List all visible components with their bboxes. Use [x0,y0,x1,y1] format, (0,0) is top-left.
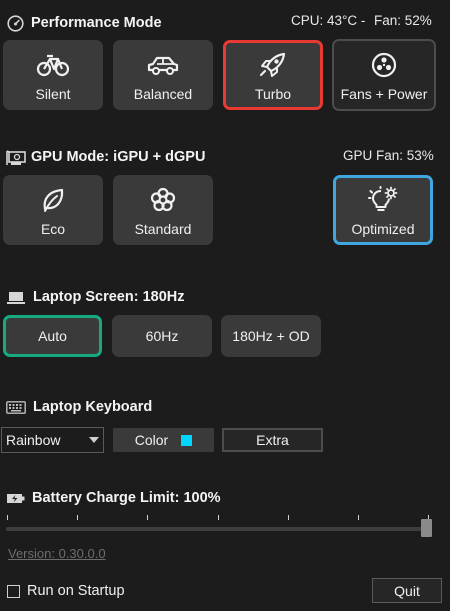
gpu-fan-status: GPU Fan: 53% [343,148,434,163]
mode-fans-power-button[interactable]: Fans + Power [332,39,436,111]
cpu-fan-status: Fan: 52% [374,13,432,28]
run-on-startup-checkbox[interactable] [7,585,20,598]
gpu-eco-button[interactable]: Eco [3,175,103,245]
mode-silent-label: Silent [35,86,71,102]
quit-button[interactable]: Quit [372,578,442,603]
mode-balanced-label: Balanced [133,86,193,102]
mode-turbo-button[interactable]: Turbo [223,40,323,110]
slider-tick [147,515,148,520]
laptop-screen-title: Laptop Screen: 180Hz [33,289,185,305]
screen-60hz-label: 60Hz [145,328,179,344]
car-icon [147,56,179,75]
battery-limit-title: Battery Charge Limit: 100% [32,490,221,506]
keyboard-icon [6,401,26,414]
chevron-down-icon [89,437,99,443]
mode-silent-button[interactable]: Silent [3,40,103,110]
gpu-optimized-button[interactable]: Optimized [333,175,433,245]
gpu-eco-label: Eco [40,221,66,237]
battery-slider-thumb[interactable] [421,519,432,537]
slider-tick [77,515,78,520]
color-swatch [181,434,193,446]
rocket-icon [259,52,286,77]
keyboard-color-label: Color [134,432,169,448]
laptop-icon [7,292,25,304]
screen-auto-button[interactable]: Auto [3,315,102,357]
screen-180hz-od-button[interactable]: 180Hz + OD [221,315,321,357]
gpu-standard-button[interactable]: Standard [113,175,213,245]
gpu-optimized-label: Optimized [351,221,415,237]
slider-tick [358,515,359,520]
bulb-gear-icon [368,186,398,211]
battery-icon [7,494,25,503]
leaf-icon [43,188,64,212]
fan-icon [371,52,397,78]
screen-60hz-button[interactable]: 60Hz [112,315,212,357]
bicycle-icon [36,54,70,77]
performance-mode-title: Performance Mode [31,15,162,31]
laptop-keyboard-title: Laptop Keyboard [33,399,153,415]
keyboard-extra-button[interactable]: Extra [222,428,323,452]
gpu-mode-title: GPU Mode: iGPU + dGPU [31,149,206,165]
keyboard-mode-value: Rainbow [6,432,61,448]
mode-balanced-button[interactable]: Balanced [113,40,213,110]
slider-tick [288,515,289,520]
slider-tick [7,515,8,520]
screen-180hz-od-label: 180Hz + OD [232,328,310,344]
cpu-temp-status: CPU: 43°C - [291,13,366,28]
flower-icon [150,187,176,212]
keyboard-extra-label: Extra [256,432,289,448]
screen-auto-label: Auto [38,328,67,344]
keyboard-mode-select[interactable]: Rainbow [1,427,104,453]
quit-label: Quit [394,582,420,599]
speedometer-icon [7,15,24,32]
run-on-startup-label: Run on Startup [27,583,125,599]
battery-slider-track[interactable] [6,527,432,531]
version-link[interactable]: Version: 0.30.0.0 [8,546,106,561]
slider-tick [218,515,219,520]
mode-turbo-label: Turbo [254,86,292,102]
keyboard-color-button[interactable]: Color [113,428,214,452]
mode-fans-power-label: Fans + Power [340,86,428,102]
gpu-standard-label: Standard [134,221,192,237]
gpu-card-icon [6,150,26,165]
